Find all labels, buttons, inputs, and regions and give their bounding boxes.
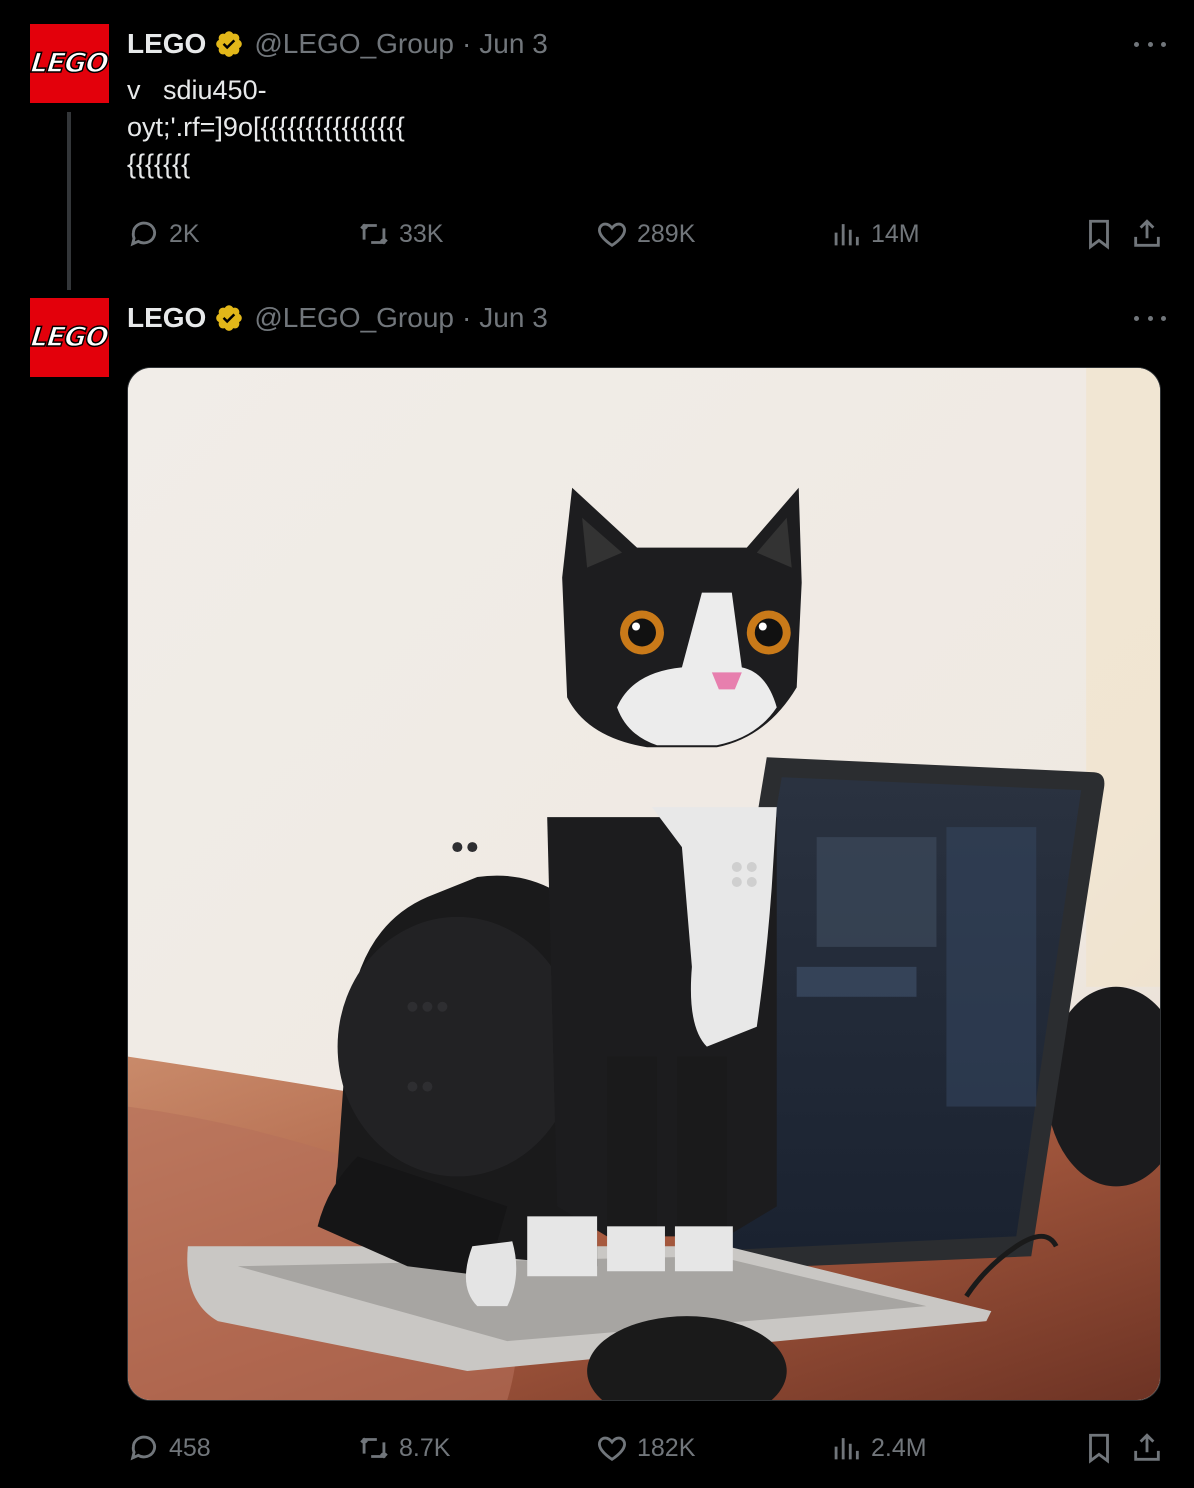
views-icon bbox=[834, 224, 859, 246]
tweet-date[interactable]: Jun 3 bbox=[479, 302, 548, 334]
verified-badge-icon[interactable] bbox=[214, 303, 244, 333]
bookmark-icon bbox=[1089, 1433, 1109, 1464]
reply-button[interactable]: 2K bbox=[127, 214, 200, 254]
share-button[interactable] bbox=[1130, 1428, 1164, 1468]
tweet-date[interactable]: Jun 3 bbox=[479, 28, 548, 60]
like-count: 289K bbox=[637, 219, 696, 248]
tweet-actions: 458 8.7K 182K 2.4M bbox=[127, 1428, 1164, 1468]
reply-icon bbox=[130, 1435, 156, 1461]
author-name[interactable]: LEGO bbox=[127, 302, 206, 334]
like-icon bbox=[598, 1436, 626, 1461]
verified-badge-icon[interactable] bbox=[214, 29, 244, 59]
tweet-actions: 2K 33K 289K 14M bbox=[127, 214, 1164, 254]
lego-avatar[interactable]: LEGO bbox=[29, 298, 111, 377]
bookmark-button[interactable] bbox=[1082, 1428, 1116, 1468]
thread-connector bbox=[67, 112, 71, 290]
tweet-1[interactable]: LEGO LEGO @LEGO_Group · Jun 3 v sdiu450-… bbox=[0, 0, 1194, 290]
repost-icon bbox=[360, 223, 388, 245]
share-icon bbox=[1134, 219, 1160, 247]
reply-icon bbox=[130, 221, 156, 247]
lego-cat-photo bbox=[128, 368, 1160, 1400]
author-handle[interactable]: @LEGO_Group bbox=[254, 302, 454, 334]
lego-logo: LEGO bbox=[29, 321, 111, 354]
repost-icon bbox=[360, 1437, 388, 1459]
like-count: 182K bbox=[637, 1433, 696, 1462]
separator-dot: · bbox=[461, 28, 472, 59]
repost-button[interactable]: 8.7K bbox=[357, 1428, 450, 1468]
reply-count: 458 bbox=[169, 1433, 211, 1462]
more-icon[interactable] bbox=[1134, 28, 1166, 60]
lego-logo: LEGO bbox=[29, 47, 111, 80]
share-button[interactable] bbox=[1130, 214, 1164, 254]
like-button[interactable]: 289K bbox=[595, 214, 695, 254]
views-icon bbox=[834, 1438, 859, 1460]
more-icon[interactable] bbox=[1134, 302, 1166, 334]
author-name[interactable]: LEGO bbox=[127, 28, 206, 60]
reply-count: 2K bbox=[169, 219, 200, 248]
separator-dot: · bbox=[461, 302, 472, 333]
views-button[interactable]: 14M bbox=[829, 214, 920, 254]
like-icon bbox=[598, 222, 626, 247]
like-button[interactable]: 182K bbox=[595, 1428, 695, 1468]
repost-count: 8.7K bbox=[399, 1433, 451, 1462]
view-count: 2.4M bbox=[871, 1433, 927, 1462]
tweet-header: LEGO @LEGO_Group · Jun 3 bbox=[127, 24, 548, 64]
repost-button[interactable]: 33K bbox=[357, 214, 443, 254]
tweet-header: LEGO @LEGO_Group · Jun 3 bbox=[127, 298, 548, 338]
repost-count: 33K bbox=[399, 219, 444, 248]
share-icon bbox=[1134, 1433, 1160, 1461]
lego-avatar[interactable]: LEGO bbox=[29, 24, 111, 103]
tweet-text: v sdiu450- oyt;'.rf=]9o[{{{{{{{{{{{{{{{{… bbox=[127, 75, 405, 179]
author-handle[interactable]: @LEGO_Group bbox=[254, 28, 454, 60]
reply-button[interactable]: 458 bbox=[127, 1428, 211, 1468]
views-button[interactable]: 2.4M bbox=[829, 1428, 927, 1468]
view-count: 14M bbox=[871, 219, 920, 248]
tweet-media-image[interactable] bbox=[127, 367, 1161, 1401]
bookmark-button[interactable] bbox=[1082, 214, 1116, 254]
bookmark-icon bbox=[1089, 219, 1109, 250]
tweet-2[interactable]: LEGO LEGO @LEGO_Group · Jun 3 458 8.7K 1… bbox=[0, 290, 1194, 1488]
